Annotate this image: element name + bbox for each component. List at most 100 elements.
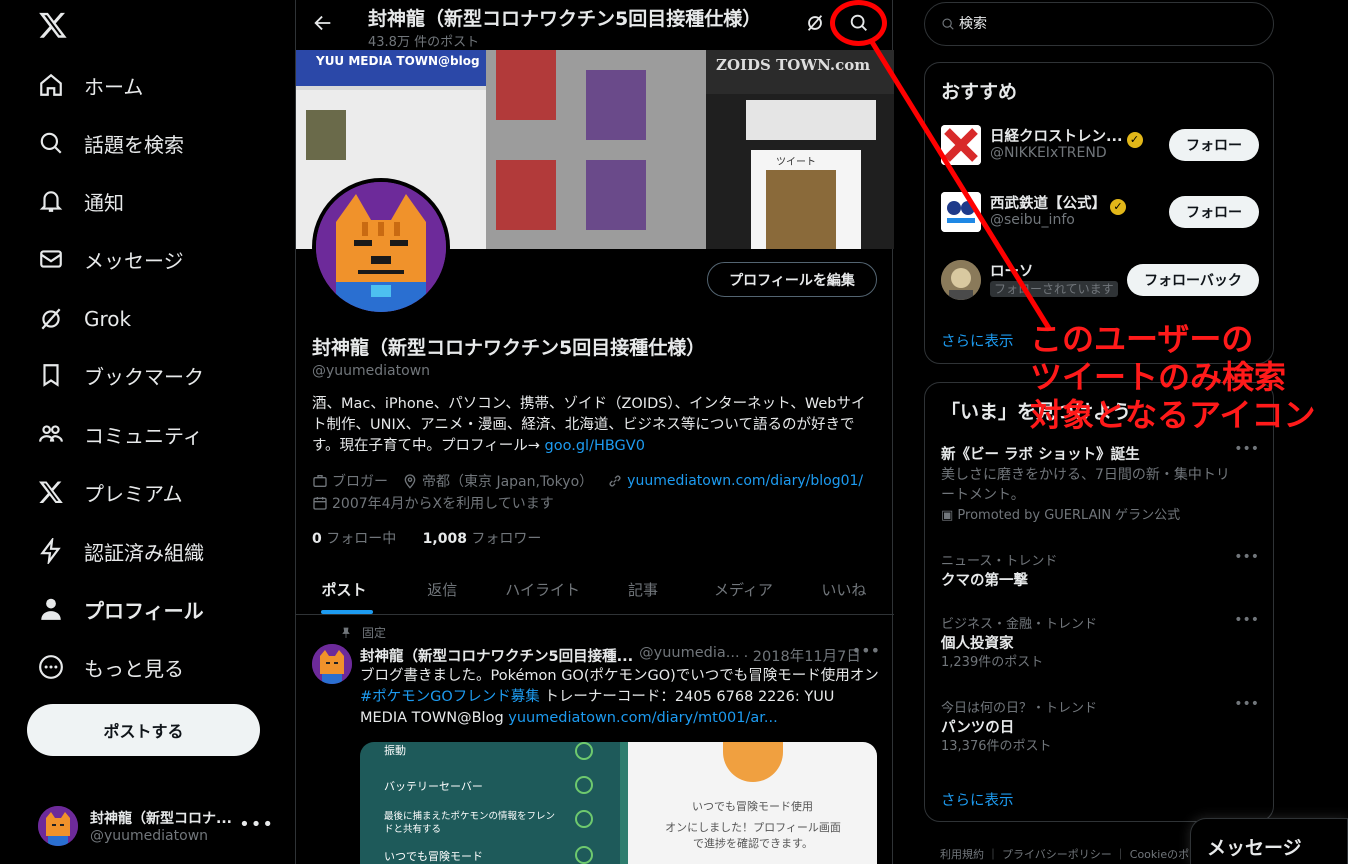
follow-button[interactable]: フォロー bbox=[1169, 196, 1259, 228]
bell-icon bbox=[39, 191, 63, 212]
trend-count: 1,239件のポスト bbox=[941, 655, 1044, 670]
trend-more-icon[interactable]: ••• bbox=[1234, 549, 1259, 565]
trend-more-icon[interactable]: ••• bbox=[1234, 441, 1259, 457]
trend-item-promoted[interactable]: 新《ビー ラボ ショット》誕生 美しさに磨きをかける、7日間の新・集中トリートメ… bbox=[941, 441, 1259, 525]
search-icon bbox=[942, 18, 954, 30]
nav-premium[interactable]: プレミアム bbox=[38, 469, 183, 515]
nav-messages[interactable]: メッセージ bbox=[38, 236, 184, 282]
x-logo-icon bbox=[38, 481, 63, 504]
nav-home[interactable]: ホーム bbox=[38, 62, 143, 108]
tweet-author[interactable]: 封神龍（新型コロナワクチン5回目接種... bbox=[360, 645, 633, 666]
verified-badge-icon: ✓ bbox=[1126, 132, 1143, 148]
nav-label: Grok bbox=[84, 307, 132, 331]
trend-item[interactable]: 今日は何の日？・トレンド パンツの日 13,376件のポスト ••• bbox=[941, 696, 1259, 756]
nav-label: プロフィール bbox=[84, 598, 204, 623]
edit-profile-button[interactable]: プロフィールを編集 bbox=[707, 262, 877, 297]
banner-blog-title: YUU MEDIA TOWN@blog bbox=[316, 54, 480, 68]
post-count: 43.8万 件のポスト bbox=[368, 35, 480, 50]
search-box[interactable] bbox=[924, 2, 1274, 46]
profile-meta-row: ブロガー 帝都（東京 Japan,Tokyo） yuumediatown.com… bbox=[312, 471, 877, 491]
tweet-avatar[interactable] bbox=[312, 644, 352, 684]
trend-category: ニュース・トレンド bbox=[941, 554, 1058, 569]
verified-badge-icon: ✓ bbox=[1110, 199, 1126, 215]
trend-item[interactable]: ビジネス・金融・トレンド 個人投資家 1,239件のポスト ••• bbox=[941, 612, 1259, 672]
profile-header-bar: 封神龍（新型コロナワクチン5回目接種仕様） 43.8万 件のポスト bbox=[296, 0, 894, 50]
tweet-header: 封神龍（新型コロナワクチン5回目接種... @yuumedia... · 201… bbox=[360, 641, 880, 666]
nav-label: 通知 bbox=[84, 190, 124, 215]
avatar bbox=[941, 260, 981, 300]
nav-label: メッセージ bbox=[84, 248, 184, 273]
nav-bookmarks[interactable]: ブックマーク bbox=[38, 352, 204, 398]
x-logo-icon[interactable] bbox=[38, 10, 68, 40]
tweet-date[interactable]: · 2018年11月7日 bbox=[744, 645, 861, 666]
trend-count: 13,376件のポスト bbox=[941, 739, 1052, 754]
nav-communities[interactable]: コミュニティ bbox=[38, 411, 203, 457]
nav-label: 認証済み組織 bbox=[84, 540, 204, 565]
profile-joined: 2007年4月からXを利用しています bbox=[312, 493, 554, 513]
nav-explore[interactable]: 話題を検索 bbox=[38, 120, 184, 166]
nav-profile[interactable]: プロフィール bbox=[38, 586, 204, 632]
trend-more-icon[interactable]: ••• bbox=[1234, 696, 1259, 712]
trend-category: ビジネス・金融・トレンド bbox=[941, 617, 1098, 632]
avatar bbox=[941, 192, 981, 232]
nav-label: プレミアム bbox=[84, 481, 183, 506]
who-to-follow-card: おすすめ 日経クロストレン... ✓ @NIKKEIxTREND フォロー 西武鉄… bbox=[924, 62, 1274, 364]
page-title: 封神龍（新型コロナワクチン5回目接種仕様） bbox=[368, 8, 762, 30]
grok-icon[interactable] bbox=[804, 12, 826, 34]
recommend-name: ローソ bbox=[990, 264, 1034, 280]
communities-icon bbox=[39, 425, 63, 442]
tweet-more-icon[interactable]: ••• bbox=[852, 641, 880, 660]
recommend-item[interactable]: ローソ フォローされています フォローバック bbox=[941, 258, 1259, 302]
card-title: おすすめ bbox=[941, 81, 1018, 103]
meta-location: 帝都（東京 Japan,Tokyo） bbox=[402, 471, 593, 491]
tweet-handle[interactable]: @yuumedia... bbox=[639, 645, 739, 666]
tab-media[interactable]: メディア bbox=[693, 565, 793, 614]
tweet-media[interactable]: 振動 バッテリーセーバー 最後に捕まえたポケモンの情報をフレンドと共有する いつ… bbox=[360, 742, 877, 864]
more-dots-icon: ••• bbox=[239, 814, 274, 835]
tab-articles[interactable]: 記事 bbox=[593, 565, 693, 614]
nav-verified-orgs[interactable]: 認証済み組織 bbox=[38, 528, 204, 574]
media-settings-screenshot: 振動 バッテリーセーバー 最後に捕まえたポケモンの情報をフレンドと共有する いつ… bbox=[360, 742, 620, 864]
trend-more-icon[interactable]: ••• bbox=[1234, 612, 1259, 628]
trend-item[interactable]: ニュース・トレンド クマの第一撃 ••• bbox=[941, 549, 1259, 591]
recommend-item[interactable]: 西武鉄道【公式】 ✓ @seibu_info フォロー bbox=[941, 190, 1259, 234]
home-icon bbox=[40, 73, 62, 96]
back-arrow-icon[interactable] bbox=[312, 12, 334, 34]
follow-button[interactable]: フォロー bbox=[1169, 129, 1259, 161]
profile-avatar[interactable] bbox=[312, 178, 450, 316]
pinned-label: 固定 bbox=[340, 624, 386, 641]
nav-label: 話題を検索 bbox=[84, 132, 184, 157]
meta-website[interactable]: yuumediatown.com/diary/blog01/ bbox=[607, 473, 863, 489]
tab-replies[interactable]: 返信 bbox=[392, 565, 492, 614]
nav-notifications[interactable]: 通知 bbox=[38, 178, 124, 224]
nav-grok[interactable]: Grok bbox=[38, 296, 131, 342]
followers-link[interactable]: 1,008 フォロワー bbox=[423, 531, 542, 547]
banner-site-title: ZOIDS TOWN.com bbox=[716, 56, 871, 74]
tab-posts[interactable]: ポスト bbox=[296, 565, 392, 614]
tweet-hashtag[interactable]: #ポケモンGOフレンド募集 bbox=[360, 689, 540, 705]
nav-label: ブックマーク bbox=[84, 364, 204, 389]
trend-title: パンツの日 bbox=[941, 720, 1015, 736]
following-link[interactable]: 0 フォロー中 bbox=[312, 531, 396, 547]
show-more-link[interactable]: さらに表示 bbox=[941, 789, 1014, 810]
post-button[interactable]: ポストする bbox=[27, 704, 260, 756]
left-sidebar: ホーム 話題を検索 通知 メッセージ Grok ブックマーク コミュニティ プレ… bbox=[0, 0, 295, 864]
trends-card: 「いま」を見つけよう 新《ビー ラボ ショット》誕生 美しさに磨きをかける、7日… bbox=[924, 382, 1274, 822]
footer-links[interactable]: 利用規約 ｜ プライバシーポリシー ｜ Cookieのポ bbox=[940, 846, 1189, 862]
recommend-item[interactable]: 日経クロストレン... ✓ @NIKKEIxTREND フォロー bbox=[941, 123, 1259, 167]
messages-drawer[interactable]: メッセージ bbox=[1190, 818, 1348, 864]
follow-back-button[interactable]: フォローバック bbox=[1127, 264, 1259, 296]
nav-more[interactable]: もっと見る bbox=[38, 644, 184, 690]
bio-link[interactable]: goo.gl/HBGV0 bbox=[545, 438, 645, 454]
account-switcher[interactable]: 封神龍（新型コロナ... @yuumediatown ••• bbox=[38, 804, 278, 848]
link-icon bbox=[609, 475, 621, 487]
tab-likes[interactable]: いいね bbox=[794, 565, 894, 614]
tab-highlights[interactable]: ハイライト bbox=[492, 565, 592, 614]
briefcase-icon bbox=[313, 475, 327, 487]
nav-label: コミュニティ bbox=[84, 423, 203, 448]
calendar-icon bbox=[313, 497, 327, 510]
tweet-text: ブログ書きました。Pokémon GO(ポケモンGO)でいつでも冒険モード使用オ… bbox=[360, 668, 879, 726]
tweet-link[interactable]: yuumediatown.com/diary/mt001/ar... bbox=[508, 710, 777, 726]
search-input[interactable] bbox=[959, 16, 1239, 32]
show-more-link[interactable]: さらに表示 bbox=[941, 330, 1014, 351]
